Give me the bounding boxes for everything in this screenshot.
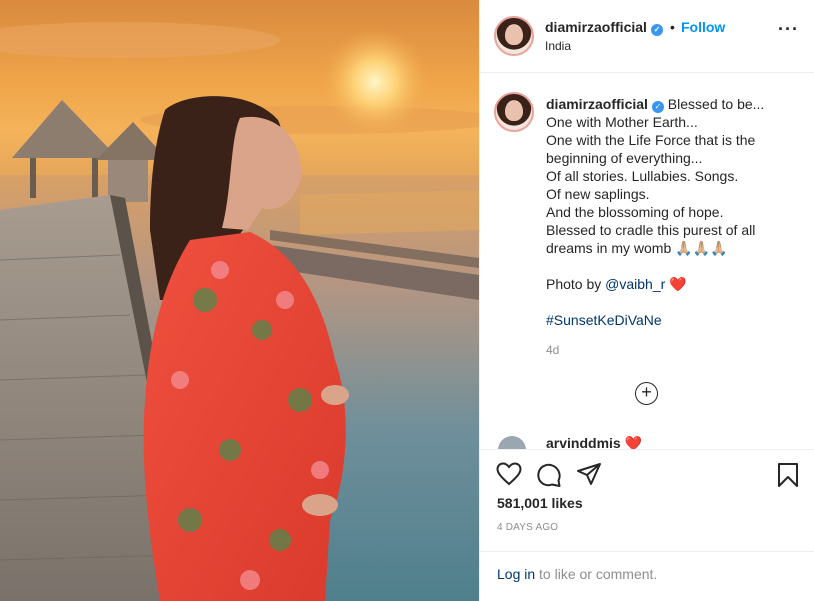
login-prompt-rest: to like or comment.	[535, 566, 658, 582]
login-link[interactable]: Log in	[497, 566, 535, 582]
comment-preview[interactable]: arvinddmis ❤️	[546, 435, 642, 449]
author-avatar[interactable]	[494, 16, 534, 56]
commenter-avatar[interactable]	[498, 436, 526, 449]
hashtag-link[interactable]: #SunsetKeDiVaNe	[546, 312, 662, 328]
caption-text: diamirzaofficial ✓ Blessed to be... One w…	[546, 95, 796, 329]
caption-section: diamirzaofficial ✓ Blessed to be... One w…	[480, 73, 814, 449]
more-options-icon[interactable]: ···	[778, 20, 799, 38]
verified-badge-icon: ✓	[650, 24, 663, 36]
comment-icon[interactable]	[536, 462, 562, 488]
post-date[interactable]: 4 DAYS AGO	[497, 522, 558, 533]
author-username[interactable]: diamirzaofficial ✓	[545, 19, 663, 36]
caption-username[interactable]: diamirzaofficial	[546, 96, 648, 112]
heart-icon[interactable]	[496, 462, 522, 486]
paper-plane-icon[interactable]	[576, 462, 602, 486]
location-link[interactable]: India	[545, 39, 571, 53]
sunset-pier-photo	[0, 22, 479, 601]
mention-link[interactable]: @vaibh_r	[605, 276, 665, 292]
post-header: diamirzaofficial ✓ • Follow India ···	[480, 0, 814, 73]
caption-body: Blessed to be... One with Mother Earth..…	[546, 96, 765, 292]
login-prompt: Log in to like or comment.	[480, 551, 814, 601]
likes-count[interactable]: 581,001 likes	[497, 495, 583, 511]
verified-badge-icon: ✓	[651, 101, 664, 113]
plus-circle-icon[interactable]: +	[635, 382, 658, 405]
separator-dot: •	[670, 19, 675, 35]
post-photo[interactable]	[0, 0, 479, 601]
login-prompt-text: Log in to like or comment.	[497, 566, 657, 582]
follow-button[interactable]: Follow	[681, 19, 725, 35]
bookmark-icon[interactable]	[777, 462, 799, 488]
post-details-panel: diamirzaofficial ✓ • Follow India ··· dia…	[479, 0, 814, 601]
caption-timestamp[interactable]: 4d	[546, 343, 559, 357]
post-actions: 581,001 likes 4 DAYS AGO	[480, 449, 814, 551]
caption-author-avatar[interactable]	[494, 92, 534, 132]
heart-emoji: ❤️	[665, 276, 687, 292]
